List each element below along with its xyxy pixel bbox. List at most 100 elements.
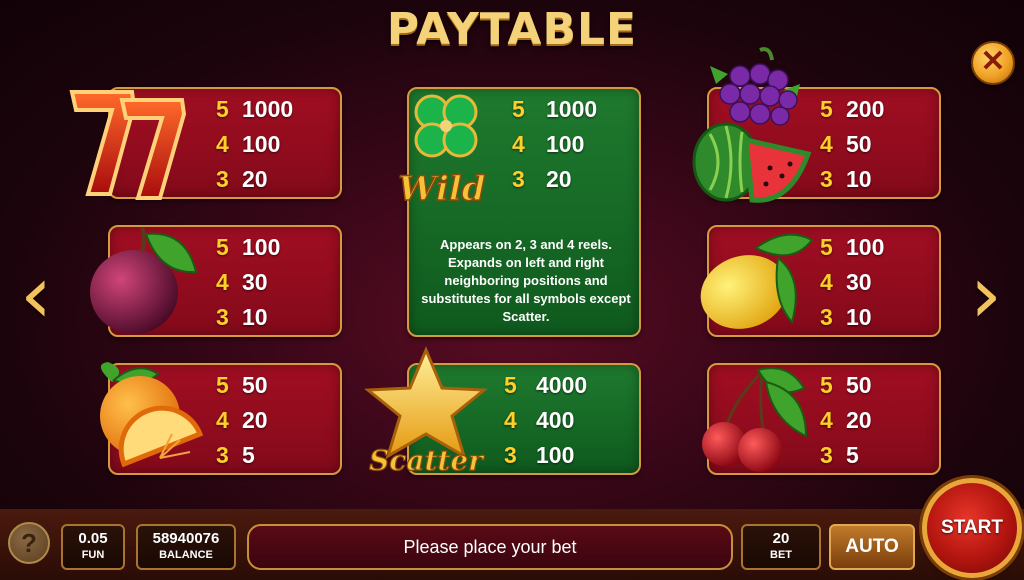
pay-value: 100 xyxy=(546,131,585,157)
pay-row: 5 50 xyxy=(216,368,268,403)
pay-count: 4 xyxy=(820,269,833,295)
pay-row: 4 20 xyxy=(216,403,268,438)
pay-row: 3 20 xyxy=(512,162,597,197)
pay-value: 20 xyxy=(242,166,268,192)
pay-row: 35 xyxy=(820,438,872,473)
bet-box[interactable]: 20 BET xyxy=(741,524,821,570)
chevron-left-icon: ‹ xyxy=(20,248,52,341)
pay-value: 1000 xyxy=(546,96,598,122)
scatter-label: Scatter xyxy=(369,444,485,476)
pay-row: 3 10 xyxy=(820,300,884,335)
pay-row: 3 100 xyxy=(504,438,587,473)
pay-value: 100 xyxy=(536,442,575,468)
wild-description: Appears on 2, 3 and 4 reels. Expands on … xyxy=(421,237,631,324)
pay-list-orange: 5 50 4 20 35 xyxy=(216,368,268,473)
pay-count: 3 xyxy=(504,442,517,468)
pay-row: 4 20 xyxy=(820,403,872,438)
pay-value: 4000 xyxy=(536,372,588,398)
question-icon: ? xyxy=(21,527,37,558)
start-button[interactable]: START xyxy=(922,478,1022,578)
pay-count: 5 xyxy=(820,372,833,398)
pay-value: 30 xyxy=(242,269,268,295)
pay-row: 3 10 xyxy=(820,162,884,197)
pay-count: 3 xyxy=(216,442,229,468)
pay-value: 200 xyxy=(846,96,885,122)
pay-count: 5 xyxy=(820,234,833,260)
lemon-icon xyxy=(696,228,816,343)
pay-count: 3 xyxy=(512,166,525,192)
pay-count: 5 xyxy=(216,96,229,122)
pay-count: 3 xyxy=(216,304,229,330)
pay-row: 5 100 xyxy=(820,230,884,265)
star-scatter-icon: Scatter xyxy=(360,346,500,481)
pay-list-cherry: 5 50 4 20 35 xyxy=(820,368,872,473)
coin-value: 0.05 xyxy=(78,530,108,547)
help-button[interactable]: ? xyxy=(8,522,50,564)
pay-row: 3 10 xyxy=(216,300,280,335)
pay-count: 4 xyxy=(512,131,525,157)
cherry-icon xyxy=(700,366,815,481)
pay-list-sevens: 5 1000 4 100 3 20 xyxy=(216,92,293,197)
pay-count: 3 xyxy=(820,442,833,468)
clover-wild-icon: Wild xyxy=(384,82,504,217)
pay-count: 3 xyxy=(820,304,833,330)
pay-value: 100 xyxy=(846,234,885,260)
lucky-seven-icon xyxy=(62,82,192,207)
pay-count: 3 xyxy=(820,166,833,192)
pay-value: 100 xyxy=(242,234,281,260)
next-page-button[interactable]: › xyxy=(968,250,1004,340)
pay-value: 1000 xyxy=(242,96,294,122)
coin-value-box[interactable]: 0.05 FUN xyxy=(61,524,125,570)
pay-count: 4 xyxy=(820,131,833,157)
close-button[interactable]: ✕ xyxy=(971,41,1015,85)
pay-list-plum: 5 100 4 30 3 10 xyxy=(216,230,280,335)
prev-page-button[interactable]: ‹ xyxy=(18,250,54,340)
pay-value: 10 xyxy=(846,166,872,192)
pay-value: 5 xyxy=(846,442,859,468)
plum-icon xyxy=(84,222,204,347)
pay-count: 5 xyxy=(512,96,525,122)
pay-row: 5 200 xyxy=(820,92,884,127)
pay-row: 35 xyxy=(216,438,268,473)
pay-row: 4 30 xyxy=(820,265,884,300)
pay-value: 400 xyxy=(536,407,575,433)
chevron-right-icon: › xyxy=(970,248,1002,341)
page-title: PAYTABLE xyxy=(386,4,638,55)
pay-value: 20 xyxy=(242,407,268,433)
pay-value: 10 xyxy=(242,304,268,330)
pay-row: 3 20 xyxy=(216,162,293,197)
pay-row: 5 1000 xyxy=(216,92,293,127)
pay-value: 100 xyxy=(242,131,281,157)
pay-value: 10 xyxy=(846,304,872,330)
pay-value: 50 xyxy=(846,131,872,157)
pay-count: 3 xyxy=(216,166,229,192)
pay-row: 4 100 xyxy=(216,127,293,162)
wild-label: Wild xyxy=(398,169,485,209)
pay-list-scatter: 5 4000 4 400 3 100 xyxy=(504,368,587,473)
bet-value: 20 xyxy=(772,530,790,547)
pay-count: 5 xyxy=(216,234,229,260)
pay-list-lemon: 5 100 4 30 3 10 xyxy=(820,230,884,335)
pay-value: 50 xyxy=(242,372,268,398)
pay-value: 5 xyxy=(242,442,255,468)
pay-row: 5 4000 xyxy=(504,368,587,403)
auto-button[interactable]: AUTO xyxy=(829,524,915,570)
pay-row: 5 50 xyxy=(820,368,872,403)
coin-label: FUN xyxy=(81,549,105,561)
pay-value: 50 xyxy=(846,372,872,398)
grapes-watermelon-icon xyxy=(690,44,820,219)
pay-row: 4 100 xyxy=(512,127,597,162)
pay-count: 4 xyxy=(216,269,229,295)
paytable-screen: PAYTABLE ✕ ‹ › 5 1000 4 100 3 20 Wild 5 … xyxy=(0,0,1024,580)
status-message: Please place your bet xyxy=(247,524,733,570)
pay-count: 4 xyxy=(504,407,517,433)
pay-row: 5 100 xyxy=(216,230,280,265)
pay-list-grapes: 5 200 4 50 3 10 xyxy=(820,92,884,197)
pay-count: 5 xyxy=(504,372,517,398)
balance-box: 58940076 BALANCE xyxy=(136,524,236,570)
pay-count: 4 xyxy=(216,131,229,157)
pay-value: 20 xyxy=(546,166,572,192)
pay-count: 5 xyxy=(216,372,229,398)
balance-value: 58940076 xyxy=(152,530,220,547)
pay-value: 30 xyxy=(846,269,872,295)
